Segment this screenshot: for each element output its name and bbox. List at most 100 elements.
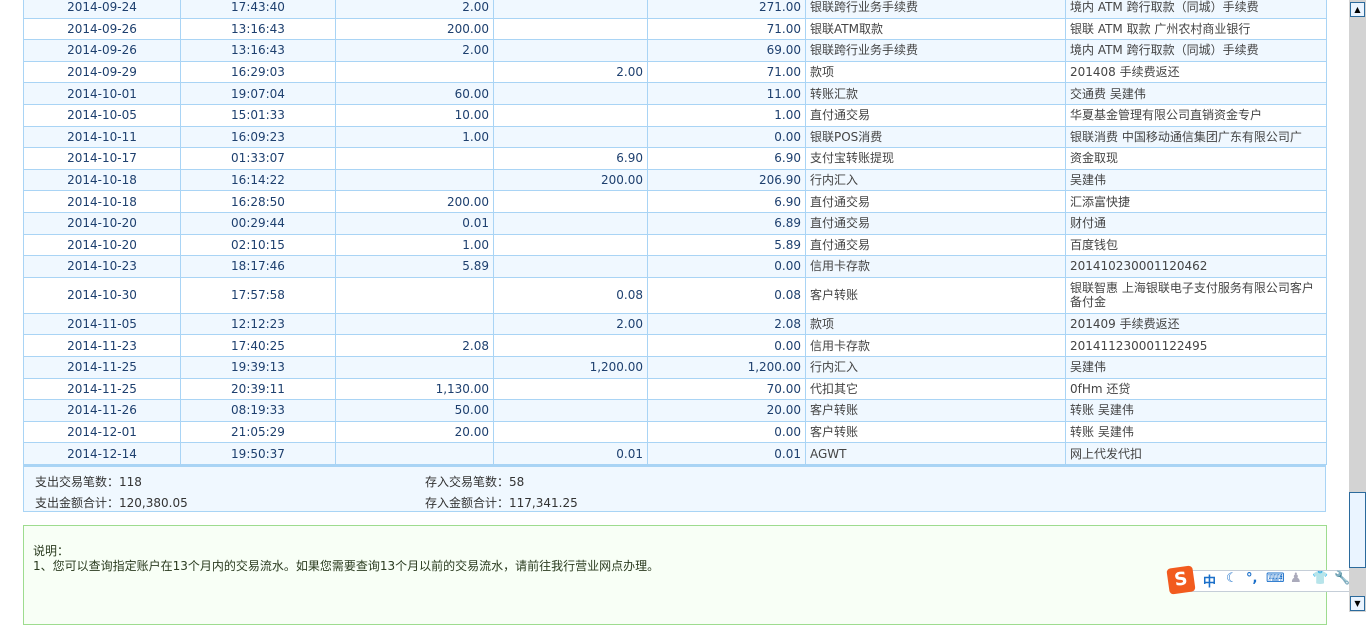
cell-description: 银联智惠 上海银联电子支付服务有限公司客户备付金 [1065,276,1327,314]
table-row: 2014-11-25 19:39:13 1,200.00 1,200.00 行内汇入 吴建… [23,355,1327,379]
table-row: 2014-10-17 01:33:07 6.90 6.90 支付宝转账提现 资金取现 [23,147,1327,170]
cell-date: 2014-09-26 [23,17,181,41]
table-row: 2014-10-23 18:17:46 5.89 0.00 信用卡存款 201410230… [23,255,1327,278]
cell-type: 款项 [805,60,1066,84]
cell-balance: 1,200.00 [647,355,806,379]
cell-credit: 0.08 [493,276,648,314]
cell-debit: 1.00 [335,233,494,257]
cell-type: 客户转账 [805,420,1066,444]
cell-date: 2014-11-25 [23,377,181,401]
out-total: 支出金额合计：120,380.05 [35,495,188,510]
cell-type: 直付通交易 [805,233,1066,257]
ime-toolbar[interactable]: S 中 ☾ °, ⌨ ♟ 👕 🔧 [1166,565,1350,595]
cell-type: 信用卡存款 [805,255,1066,278]
cell-debit [335,147,494,170]
cell-type: 转账汇款 [805,82,1066,105]
cell-date: 2014-09-24 [23,0,181,19]
cell-time: 13:16:43 [180,39,336,62]
cell-balance: 2.08 [647,312,806,336]
cell-debit [335,442,494,465]
sogou-logo-icon[interactable]: S [1166,565,1196,595]
table-row: 2014-12-14 19:50:37 0.01 0.01 AGWT 网上代发代扣 [23,442,1327,465]
table-row: 2014-12-01 21:05:29 20.00 0.00 客户转账 转账 吴建伟 [23,420,1327,444]
moon-icon[interactable]: ☾ [1226,571,1238,586]
cell-time: 08:19:33 [180,399,336,422]
cell-time: 16:28:50 [180,190,336,213]
cell-time: 13:16:43 [180,17,336,41]
cell-type: 款项 [805,312,1066,336]
cell-date: 2014-10-11 [23,125,181,149]
cell-debit: 1.00 [335,125,494,149]
cell-date: 2014-10-23 [23,255,181,278]
cell-type: 信用卡存款 [805,334,1066,357]
cell-balance: 0.00 [647,125,806,149]
cell-description: 吴建伟 [1065,168,1327,192]
cell-credit [493,125,648,149]
cell-description: 转账 吴建伟 [1065,420,1327,444]
cell-description: 银联 ATM 取款 广州农村商业银行 [1065,17,1327,41]
cell-credit [493,17,648,41]
scroll-up-button[interactable]: ▲ [1350,2,1365,17]
cell-debit: 2.08 [335,334,494,357]
cell-credit [493,255,648,278]
cell-debit: 2.00 [335,39,494,62]
cell-date: 2014-11-05 [23,312,181,336]
cell-time: 16:14:22 [180,168,336,192]
user-icon[interactable]: ♟ [1290,571,1302,586]
chinese-mode-toggle[interactable]: 中 [1203,571,1216,590]
cell-description: 百度钱包 [1065,233,1327,257]
cell-debit: 200.00 [335,190,494,213]
cell-balance: 6.90 [647,190,806,213]
cell-date: 2014-10-18 [23,190,181,213]
cell-date: 2014-10-05 [23,103,181,127]
cell-balance: 0.00 [647,255,806,278]
cell-credit [493,399,648,422]
table-row: 2014-10-30 17:57:58 0.08 0.08 客户转账 银联智惠 上海银联电… [23,276,1327,314]
cell-time: 19:50:37 [180,442,336,465]
table-row: 2014-10-20 00:29:44 0.01 6.89 直付通交易 财付通 [23,211,1327,235]
skin-icon[interactable]: 👕 [1312,571,1328,586]
scrollbar-thumb[interactable] [1349,492,1366,568]
cell-type: 直付通交易 [805,211,1066,235]
cell-type: 支付宝转账提现 [805,147,1066,170]
cell-time: 00:29:44 [180,211,336,235]
cell-description: 资金取现 [1065,147,1327,170]
cell-credit [493,39,648,62]
cell-time: 16:29:03 [180,60,336,84]
cell-description: 财付通 [1065,211,1327,235]
cell-type: 行内汇入 [805,168,1066,192]
scroll-down-button[interactable]: ▼ [1350,596,1365,611]
punctuation-icon[interactable]: °, [1246,571,1257,586]
cell-time: 21:05:29 [180,420,336,444]
cell-time: 16:09:23 [180,125,336,149]
cell-type: 银联跨行业务手续费 [805,0,1066,19]
cell-debit: 5.89 [335,255,494,278]
cell-date: 2014-10-17 [23,147,181,170]
cell-description: 汇添富快捷 [1065,190,1327,213]
cell-description: 201410230001120462 [1065,255,1327,278]
cell-description: 境内 ATM 跨行取款（同城）手续费 [1065,0,1327,19]
settings-wrench-icon[interactable]: 🔧 [1334,571,1350,586]
cell-type: 直付通交易 [805,103,1066,127]
cell-credit [493,233,648,257]
cell-description: 华夏基金管理有限公司直销资金专户 [1065,103,1327,127]
in-total: 存入金额合计：117,341.25 [425,495,578,510]
vertical-scrollbar[interactable]: ▲ ▼ [1349,0,1366,612]
cell-description: 201409 手续费返还 [1065,312,1327,336]
cell-description: 境内 ATM 跨行取款（同城）手续费 [1065,39,1327,62]
table-row: 2014-10-18 16:28:50 200.00 6.90 直付通交易 汇添富快捷 [23,190,1327,213]
table-row: 2014-09-29 16:29:03 2.00 71.00 款项 201408 手续费返… [23,60,1327,84]
cell-type: 银联POS消费 [805,125,1066,149]
keyboard-icon[interactable]: ⌨ [1266,571,1285,586]
cell-credit [493,334,648,357]
table-row: 2014-10-20 02:10:15 1.00 5.89 直付通交易 百度钱包 [23,233,1327,257]
cell-debit: 200.00 [335,17,494,41]
cell-debit: 0.01 [335,211,494,235]
cell-date: 2014-10-01 [23,82,181,105]
cell-date: 2014-11-26 [23,399,181,422]
cell-balance: 11.00 [647,82,806,105]
cell-description: 吴建伟 [1065,355,1327,379]
cell-debit: 10.00 [335,103,494,127]
cell-debit [335,276,494,314]
cell-date: 2014-09-29 [23,60,181,84]
